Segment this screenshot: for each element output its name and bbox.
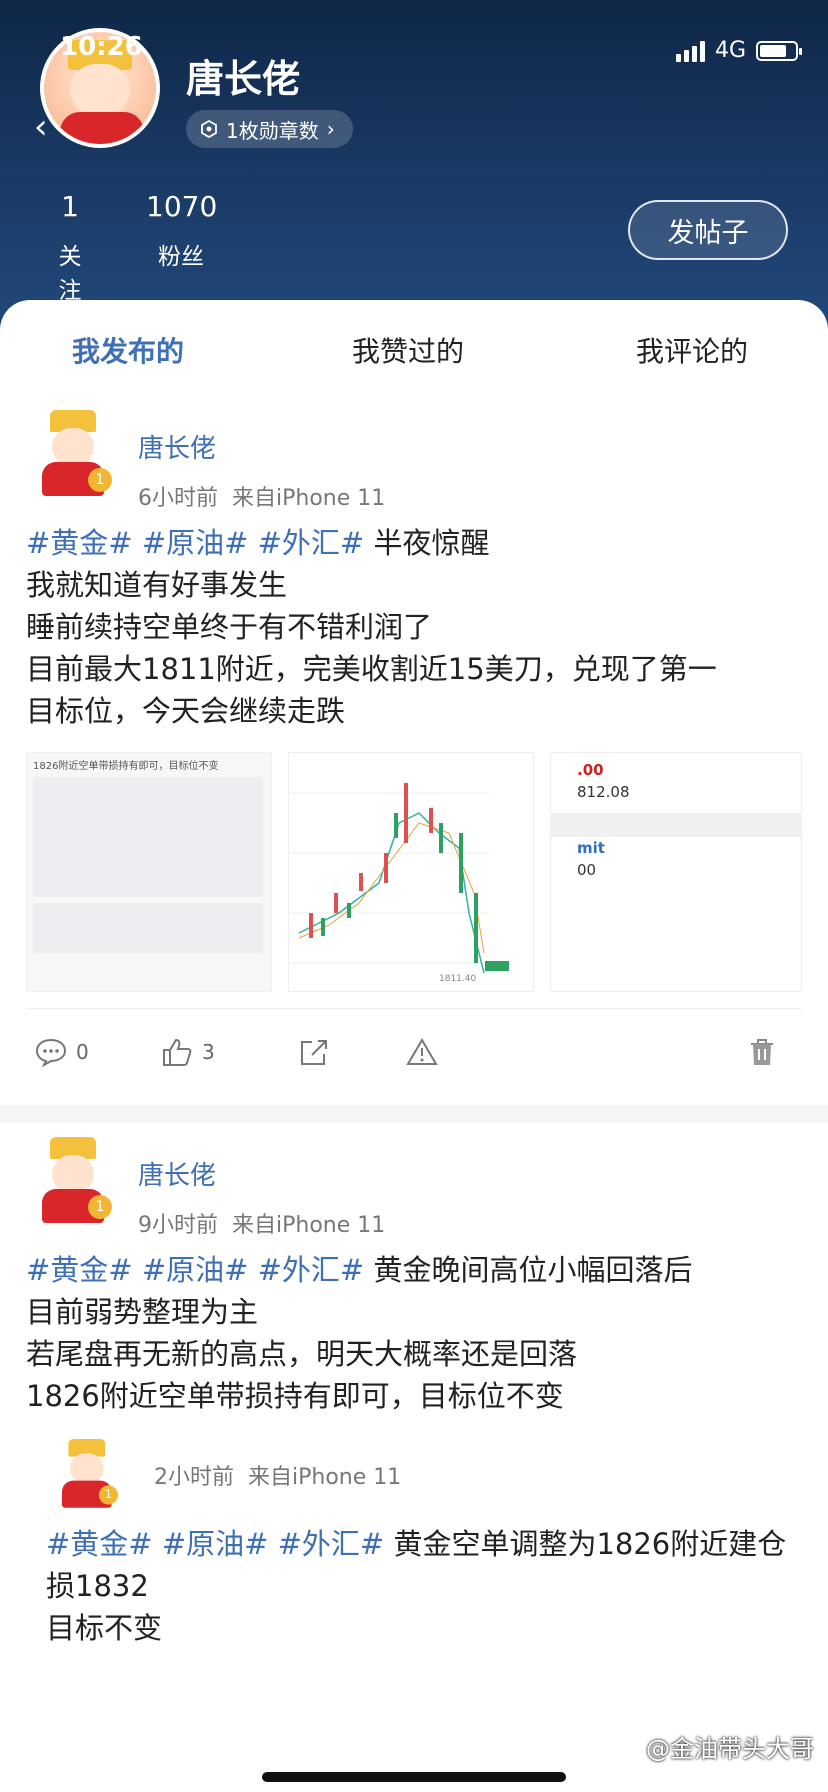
quoted-post[interactable]: 1 2小时前 来自iPhone 11 #黄金# #原油# #外汇# 黄金空单调整… [0, 1437, 828, 1649]
quoted-line: 损1832 [46, 1569, 149, 1603]
medal-icon [201, 120, 217, 138]
post-author-row: 1 唐长佬 6小时前 来自iPhone 11 [26, 400, 802, 511]
post-feed: 1 唐长佬 6小时前 来自iPhone 11 #黄金# #原油# #外汇# 半夜… [0, 400, 828, 1649]
like-count: 3 [202, 1040, 215, 1064]
post-source: 来自iPhone 11 [232, 486, 386, 511]
quoted-time: 2小时前 [154, 1465, 234, 1490]
delete-button[interactable] [748, 1037, 776, 1067]
comment-icon [35, 1038, 67, 1067]
warning-icon [406, 1038, 438, 1065]
post-line: 睡前续持空单终于有不错利润了 [26, 610, 433, 644]
followers-count: 1070 [146, 190, 218, 223]
thumbs-up-icon [163, 1038, 192, 1066]
tab-liked[interactable]: 我赞过的 [352, 330, 464, 370]
post-time: 6小时前 [138, 486, 218, 511]
post-line: 黄金晚间高位小幅回落后 [373, 1253, 693, 1287]
post-card[interactable]: 1 唐长佬 6小时前 来自iPhone 11 #黄金# #原油# #外汇# 半夜… [0, 400, 828, 1105]
post-author-row: 1 唐长佬 9小时前 来自iPhone 11 [26, 1127, 802, 1238]
quoted-line: 目标不变 [46, 1611, 163, 1645]
share-button[interactable] [298, 1037, 330, 1067]
quote-value-d: 00 [577, 861, 597, 879]
post-images: 1826附近空单带损持有即可，目标位不变 1811.40 .00 812.08 … [26, 752, 802, 992]
share-icon [301, 1040, 327, 1065]
post-actions: 0 3 [26, 1008, 802, 1105]
signal-icon [675, 40, 705, 62]
create-post-button[interactable]: 发帖子 [628, 200, 788, 260]
comment-button[interactable]: 0 [34, 1037, 89, 1067]
followers-stat[interactable]: 1070 粉丝 [146, 190, 218, 271]
following-label: 关注 [58, 244, 82, 304]
quoted-line: 黄金空单调整为1826附近建仓 [393, 1527, 787, 1561]
author-name[interactable]: 唐长佬 [138, 428, 216, 465]
author-avatar[interactable]: 1 [32, 1137, 114, 1227]
network-label: 4G [714, 38, 746, 63]
quoted-source: 来自iPhone 11 [248, 1465, 402, 1490]
post-content: #黄金# #原油# #外汇# 黄金晚间高位小幅回落后 目前弱势整理为主 若尾盘再… [26, 1249, 802, 1417]
quoted-content: #黄金# #原油# #外汇# 黄金空单调整为1826附近建仓 损1832 目标不… [46, 1523, 802, 1649]
post-card[interactable]: 1 唐长佬 9小时前 来自iPhone 11 #黄金# #原油# #外汇# 黄金… [0, 1127, 828, 1417]
trash-icon [751, 1039, 773, 1065]
author-name[interactable]: 唐长佬 [138, 1155, 216, 1192]
post-tags[interactable]: #黄金# #原油# #外汇# [26, 526, 364, 560]
post-content: #黄金# #原油# #外汇# 半夜惊醒 我就知道有好事发生 睡前续持空单终于有不… [26, 522, 802, 732]
author-avatar[interactable]: 1 [32, 410, 114, 500]
candlestick-chart: 1811.40 [289, 783, 509, 984]
post-meta: 9小时前 来自iPhone 11 [138, 1207, 385, 1239]
status-time: 10:26 [60, 32, 143, 62]
chevron-right-icon: › [326, 117, 335, 141]
post-divider [0, 1105, 828, 1123]
profile-header: 10:26 ‹ 4G 唐长佬 1枚勋章数 › 1 关注 1070 粉丝 发帖子 [0, 0, 828, 330]
following-count: 1 [61, 190, 79, 223]
post-line: 我就知道有好事发生 [26, 568, 288, 602]
tab-commented[interactable]: 我评论的 [636, 330, 748, 370]
report-button[interactable] [406, 1037, 438, 1067]
post-line: 1826附近空单带损持有即可，目标位不变 [26, 1379, 564, 1413]
post-image-quote[interactable]: .00 812.08 mit 00 [550, 752, 802, 992]
post-time: 9小时前 [138, 1213, 218, 1238]
chart-price-label: 1811.40 [439, 974, 476, 984]
post-meta: 6小时前 来自iPhone 11 [138, 480, 385, 512]
battery-icon [756, 40, 802, 61]
quoted-tags[interactable]: #黄金# #原油# #外汇# [46, 1527, 384, 1561]
post-line: 目标位，今天会继续走跌 [26, 694, 346, 728]
quoted-meta: 2小时前 来自iPhone 11 [154, 1459, 401, 1491]
like-button[interactable]: 3 [160, 1037, 215, 1067]
home-indicator[interactable] [262, 1772, 566, 1782]
post-source: 来自iPhone 11 [232, 1213, 386, 1238]
medal-count: 1枚勋章数 [226, 118, 319, 143]
post-line: 若尾盘再无新的高点，明天大概率还是回落 [26, 1337, 578, 1371]
comment-count: 0 [76, 1040, 89, 1064]
back-icon[interactable]: ‹ [34, 110, 56, 144]
quote-value-a: .00 [577, 761, 604, 779]
quote-value-b: 812.08 [577, 783, 630, 801]
profile-name: 唐长佬 [186, 57, 301, 101]
post-line: 半夜惊醒 [373, 526, 490, 560]
post-line: 目前弱势整理为主 [26, 1295, 259, 1329]
post-image-chart[interactable]: 1811.40 [288, 752, 534, 992]
quote-value-c: mit [577, 839, 605, 857]
watermark: @金油带头大哥 [646, 1735, 814, 1763]
following-stat[interactable]: 1 关注 [50, 190, 90, 305]
image-caption: 1826附近空单带损持有即可，目标位不变 [33, 761, 219, 772]
medal-badge[interactable]: 1枚勋章数 › [186, 110, 353, 148]
quoted-author-row: 1 2小时前 来自iPhone 11 [46, 1437, 802, 1509]
status-indicators: 4G [675, 38, 802, 63]
post-tags[interactable]: #黄金# #原油# #外汇# [26, 1253, 364, 1287]
tab-my-posts[interactable]: 我发布的 [72, 330, 184, 370]
tab-bar: 我发布的 我赞过的 我评论的 [0, 330, 828, 390]
followers-label: 粉丝 [158, 244, 204, 270]
post-line: 目前最大1811附近，完美收割近15美刀，兑现了第一 [26, 652, 717, 686]
content-sheet: 我发布的 我赞过的 我评论的 1 唐长佬 6小时前 来自iPhone 11 #黄… [0, 300, 828, 1792]
post-image-screenshot[interactable]: 1826附近空单带损持有即可，目标位不变 [26, 752, 272, 992]
quoted-author-avatar[interactable]: 1 [54, 1439, 120, 1511]
